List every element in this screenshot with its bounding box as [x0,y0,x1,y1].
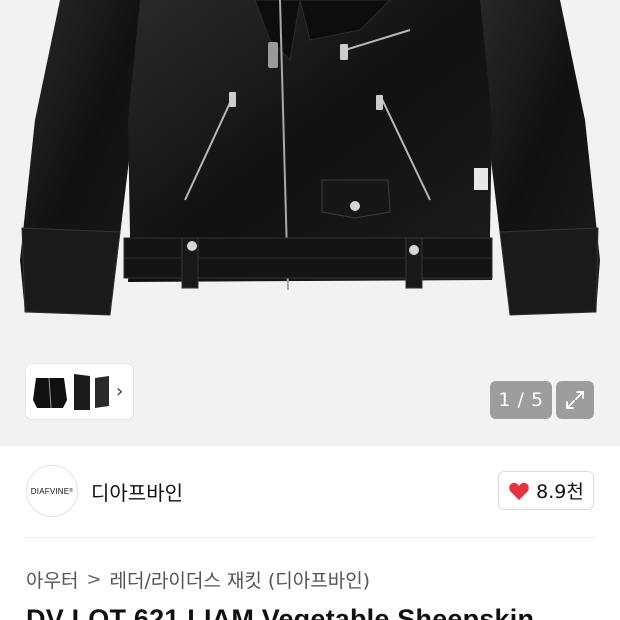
thumbnail-strip[interactable]: › [26,364,133,419]
breadcrumb-item-leather-riders[interactable]: 레더/라이더스 재킷 (디아프바인) [110,566,371,593]
brand-name[interactable]: 디아프바인 [91,477,183,506]
chevron-right-icon: > [86,569,102,590]
chevron-right-icon[interactable]: › [116,382,123,401]
thumbnail-3[interactable] [94,370,110,413]
image-counter: 1 / 5 [490,381,552,419]
brand-logo[interactable]: DIAFVINE ® [26,465,78,517]
like-count: 8.9천 [536,481,584,503]
heart-icon [509,482,529,500]
brand-row: DIAFVINE ® 디아프바인 8.9천 [0,446,620,538]
product-title: DV LOT 621 LIAM Vegetable Sheepskin [26,604,535,620]
like-button[interactable]: 8.9천 [498,471,594,510]
brand-logo-text: DIAFVINE [30,486,70,496]
breadcrumb: 아우터 > 레더/라이더스 재킷 (디아프바인) [26,566,370,593]
thumbnail-2[interactable] [72,370,92,413]
thumbnail-1[interactable] [30,370,70,413]
breadcrumb-item-outer[interactable]: 아우터 [26,566,78,593]
divider [26,537,594,538]
product-image-gallery[interactable]: › 1 / 5 [0,0,620,446]
brand-logo-mark: ® [69,488,74,494]
expand-button[interactable] [556,381,594,419]
expand-icon [566,391,584,409]
